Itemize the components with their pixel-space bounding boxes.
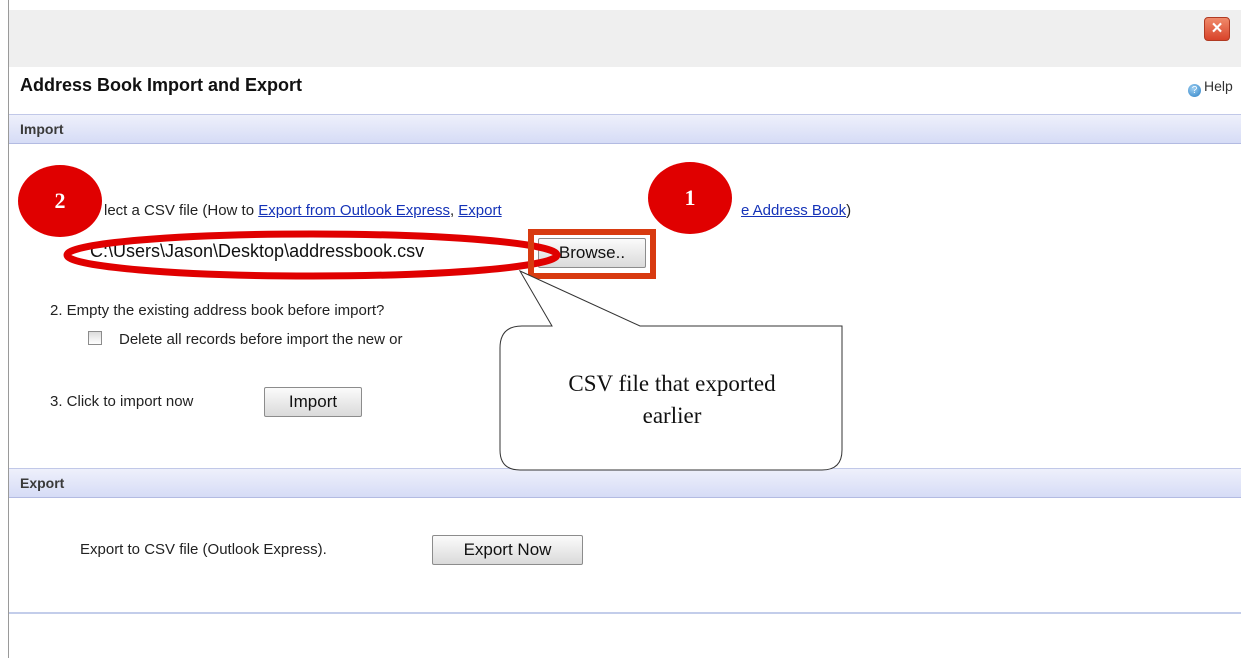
file-path-highlight bbox=[63, 230, 561, 280]
step-badge-1: 1 bbox=[648, 162, 732, 234]
callout-line2: earlier bbox=[642, 403, 702, 428]
callout-line1: CSV file that exported bbox=[568, 371, 776, 396]
browse-highlight-box bbox=[528, 229, 656, 279]
step-badge-2: 2 bbox=[18, 165, 102, 237]
annotation-overlay bbox=[63, 229, 843, 471]
callout-text: CSV file that exported earlier bbox=[502, 368, 842, 432]
